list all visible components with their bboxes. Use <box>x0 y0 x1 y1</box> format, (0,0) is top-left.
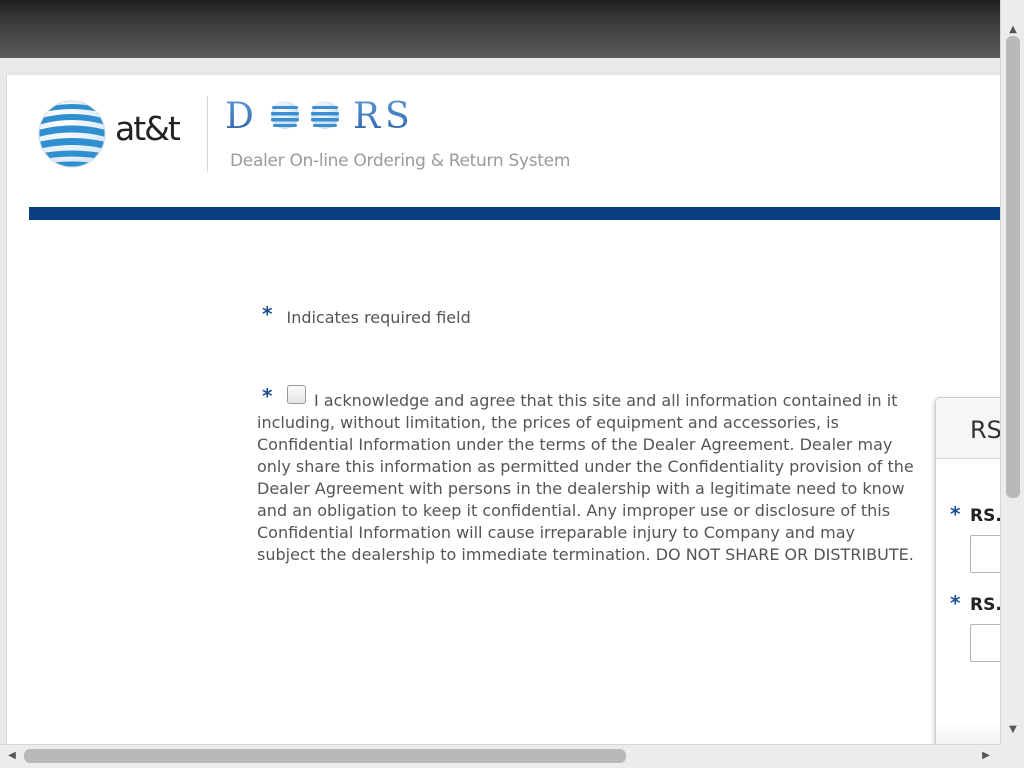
side-field-1-input[interactable] <box>970 535 1000 573</box>
svg-text:S: S <box>385 97 410 137</box>
browser-top-bar <box>0 0 1000 58</box>
horizontal-scrollbar[interactable]: ◀ ▶ <box>0 744 1000 768</box>
required-field-note: * Indicates required field <box>262 304 471 327</box>
logo-divider <box>207 96 208 172</box>
acknowledgement-text: I acknowledge and agree that this site a… <box>257 391 914 564</box>
page-content: at&t D R S Dealer On-line Ordering & Ret… <box>6 74 1000 744</box>
acknowledgement-block: * I acknowledge and agree that this site… <box>257 385 917 566</box>
vertical-scroll-thumb[interactable] <box>1006 36 1020 498</box>
side-dialog-panel: RS * RS. * RS. <box>935 397 1000 744</box>
side-panel-footer <box>936 720 1000 744</box>
app-subtitle: Dealer On-line Ordering & Return System <box>230 151 571 171</box>
side-panel-title: RS <box>936 398 1000 459</box>
arrow-down-icon[interactable]: ▼ <box>1001 720 1024 740</box>
required-note-text: Indicates required field <box>286 308 471 327</box>
horizontal-scroll-thumb[interactable] <box>24 749 626 763</box>
header-divider-bar <box>29 207 1000 220</box>
acknowledge-checkbox[interactable] <box>287 385 306 404</box>
side-field-label: RS. <box>970 595 1000 615</box>
required-asterisk: * <box>262 384 273 408</box>
scrollbar-corner <box>1000 744 1024 768</box>
att-globe-icon <box>38 100 106 168</box>
side-field-1: * RS. <box>950 502 1000 526</box>
arrow-left-icon[interactable]: ◀ <box>2 745 22 768</box>
side-field-2-input[interactable] <box>970 624 1000 662</box>
svg-text:R: R <box>353 97 381 137</box>
doors-logo: D R S <box>225 97 410 137</box>
required-asterisk: * <box>950 591 961 615</box>
vertical-scrollbar[interactable]: ▲ ▼ <box>1000 0 1024 744</box>
side-field-2: * RS. <box>950 591 1000 615</box>
att-wordmark: at&t <box>115 109 181 148</box>
arrow-right-icon[interactable]: ▶ <box>976 745 996 768</box>
required-asterisk: * <box>950 502 961 526</box>
side-field-label: RS. <box>970 506 1000 526</box>
required-asterisk: * <box>262 302 273 326</box>
svg-text:D: D <box>225 97 254 137</box>
